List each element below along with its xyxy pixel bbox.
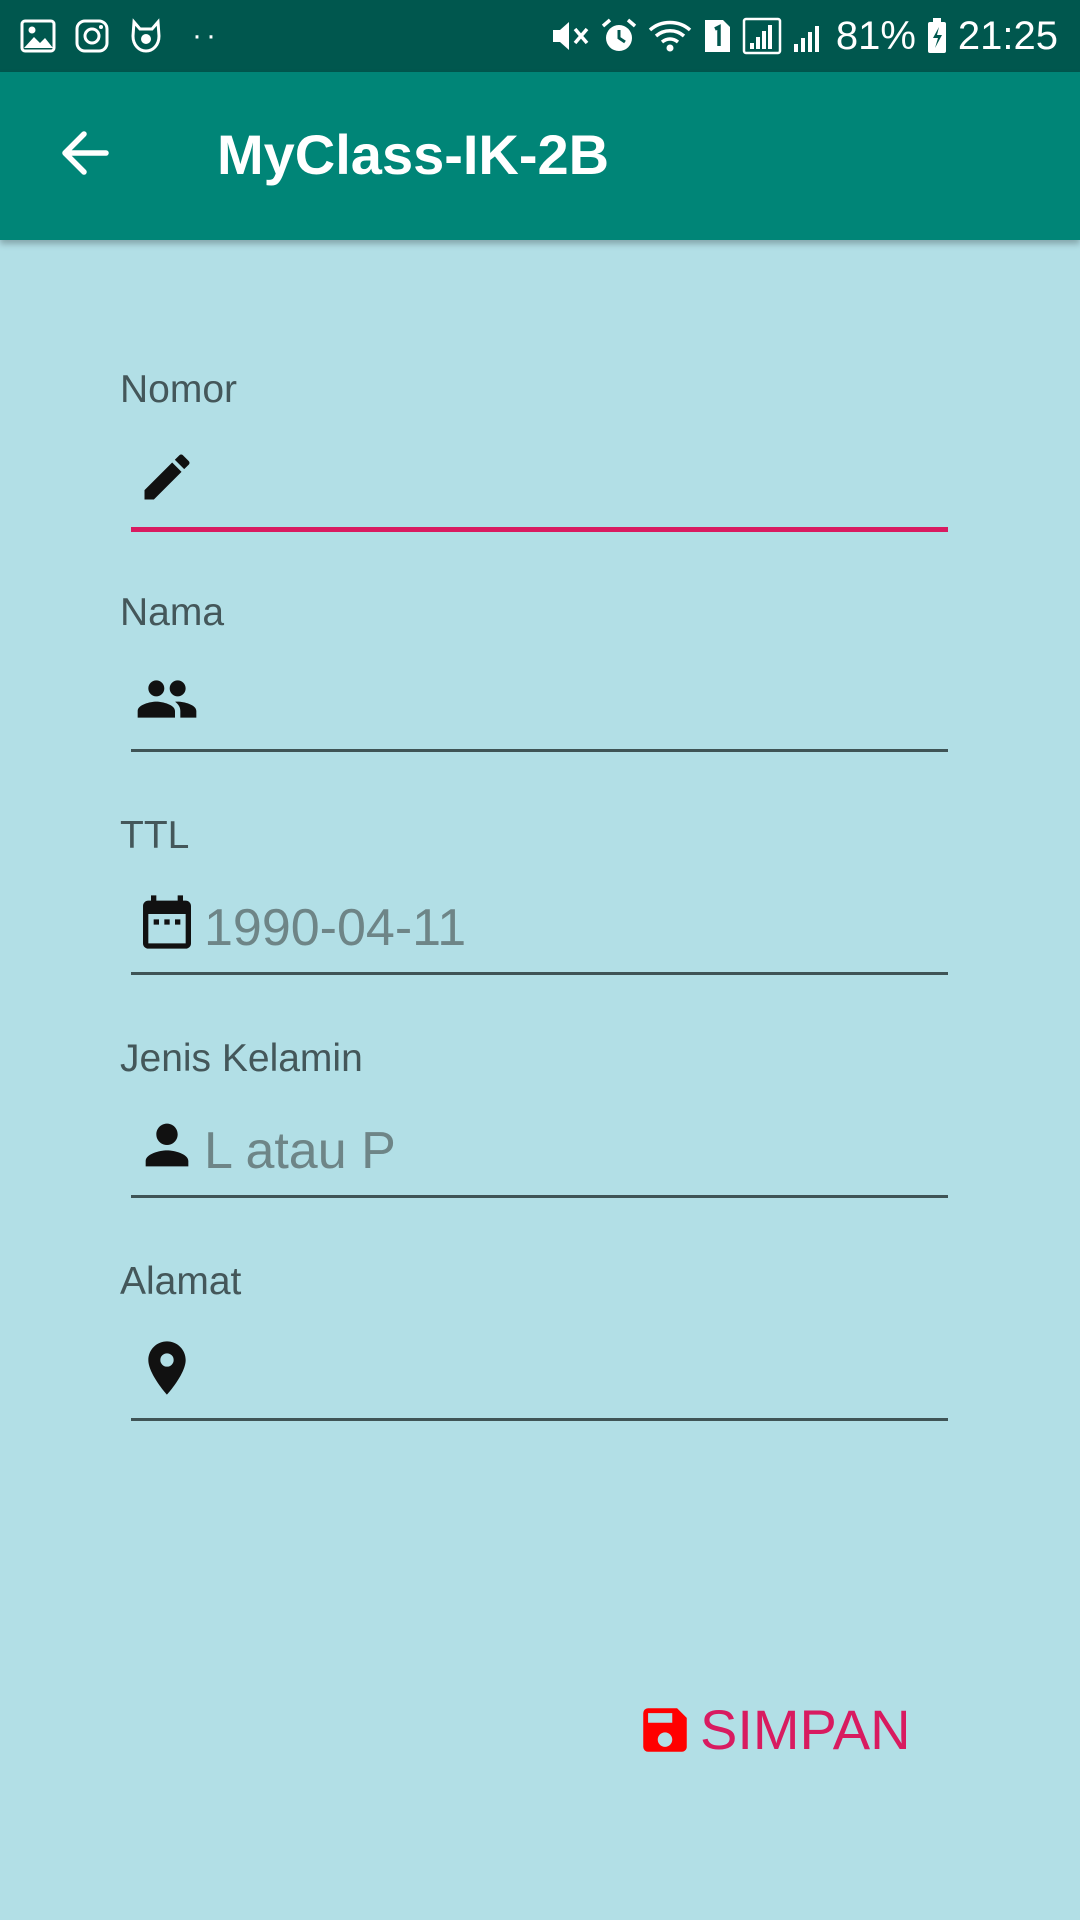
arrow-back-icon [60, 128, 110, 183]
field-label-nama: Nama [120, 591, 225, 634]
alarm-icon [600, 16, 638, 56]
gallery-icon [18, 16, 58, 56]
people-icon [135, 667, 199, 731]
save-icon [636, 1701, 694, 1759]
mute-icon [550, 16, 590, 56]
ttl-placeholder: 1990-04-11 [204, 899, 467, 957]
wifi-icon [648, 16, 692, 56]
jenis-kelamin-placeholder: L atau P [204, 1122, 396, 1180]
status-right: 81% 21:25 [540, 14, 1058, 58]
battery-charging-icon [926, 16, 948, 56]
back-button[interactable] [40, 110, 130, 200]
jenis-kelamin-field[interactable]: L atau P [131, 1098, 948, 1198]
cat-app-icon [126, 16, 166, 56]
field-label-alamat: Alamat [120, 1260, 242, 1303]
status-bar: ·· 81% 21:25 [0, 0, 1080, 72]
field-label-nomor: Nomor [120, 368, 238, 411]
nomor-field[interactable] [131, 432, 948, 532]
location-pin-icon [135, 1336, 199, 1400]
field-label-jenis-kelamin: Jenis Kelamin [120, 1037, 363, 1080]
save-button[interactable]: SIMPAN [636, 1692, 911, 1768]
save-button-label: SIMPAN [700, 1698, 911, 1761]
status-left: ·· [18, 14, 220, 58]
nama-field[interactable] [131, 652, 948, 752]
ttl-field[interactable]: 1990-04-11 [131, 875, 948, 975]
signal-icon [742, 16, 782, 56]
instagram-icon [72, 16, 112, 56]
app-bar: MyClass-IK-2B [0, 72, 1080, 240]
field-label-ttl: TTL [120, 814, 190, 857]
signal-icon-2 [792, 16, 826, 56]
battery-percent: 81% [835, 14, 916, 58]
alamat-field[interactable] [131, 1321, 948, 1421]
clock: 21:25 [957, 14, 1058, 58]
sim-1-icon [702, 16, 732, 56]
pencil-icon [135, 445, 199, 509]
page-title: MyClass-IK-2B [217, 123, 610, 186]
status-dots: ·· [192, 19, 220, 52]
calendar-icon [135, 890, 199, 954]
person-icon [135, 1113, 199, 1177]
